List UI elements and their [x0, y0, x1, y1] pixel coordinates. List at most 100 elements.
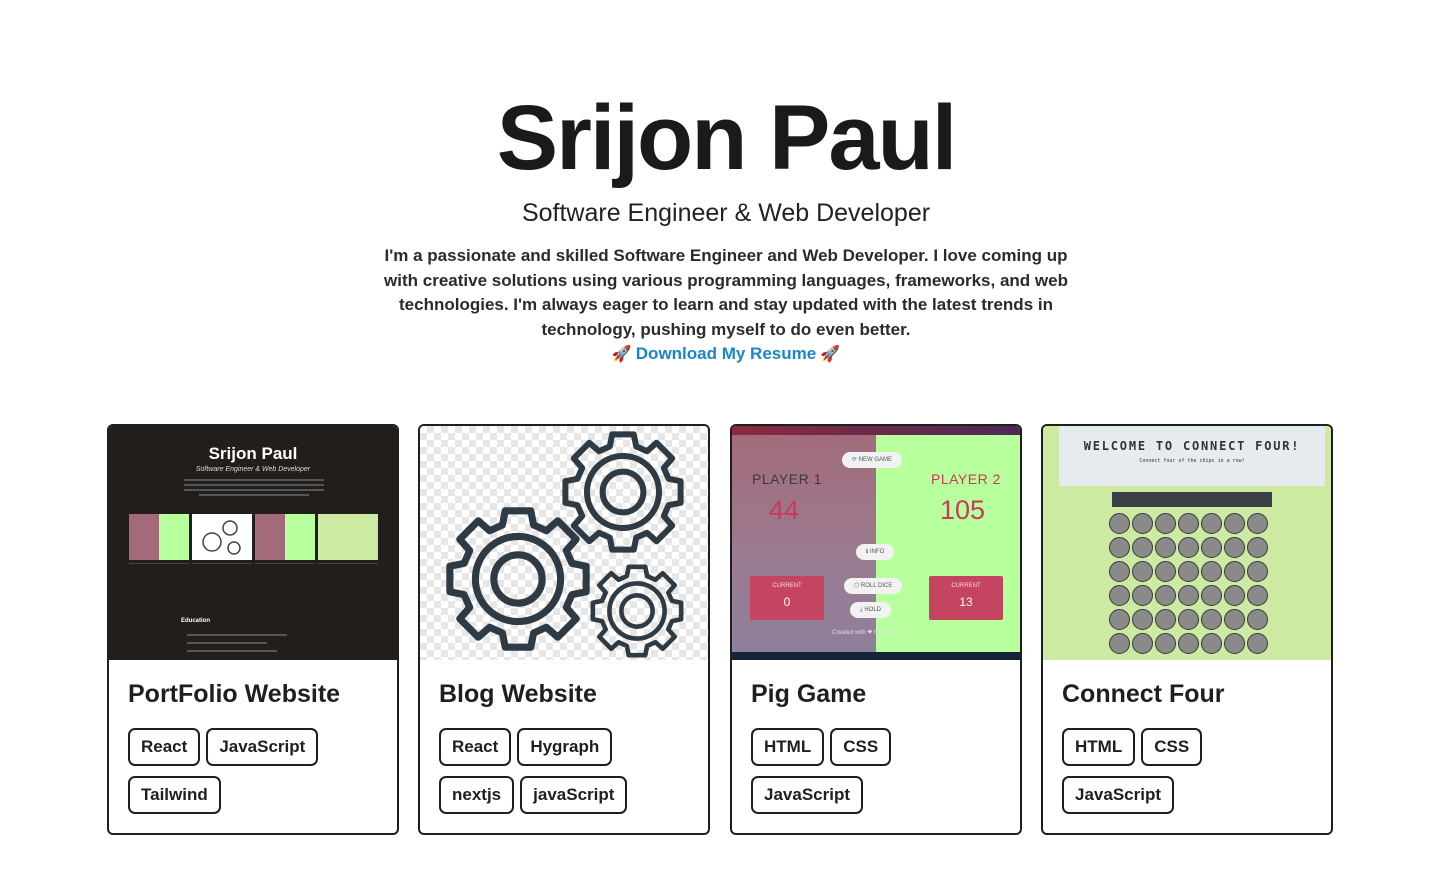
rocket-icon: 🚀 [820, 346, 841, 363]
board-slot [1178, 609, 1199, 630]
board-slot [1201, 537, 1222, 558]
thumb-status-bar [1112, 492, 1272, 507]
page-title: Srijon Paul [496, 87, 958, 189]
tag: HTML [1062, 728, 1136, 766]
thumb-banner: WELCOME TO CONNECT FOUR! Connect four of… [1059, 426, 1325, 486]
board-slot [1247, 537, 1268, 558]
thumb-text-line [184, 479, 324, 481]
tag-list: HTML CSS JavaScript [1062, 728, 1322, 824]
board-slot [1201, 609, 1222, 630]
board-slot [1109, 513, 1130, 534]
new-game-button: ⟳ NEW GAME [842, 452, 903, 468]
roll-dice-button: ⬡ ROLL DICE [844, 578, 903, 594]
tag: CSS [830, 728, 892, 766]
player2-name: PLAYER 2 [931, 471, 1001, 487]
tag-list: React Hygraphnextjs javaScript [439, 728, 699, 824]
tag: React [128, 728, 201, 766]
gears-icon [420, 426, 708, 660]
refresh-icon: ⟳ [852, 457, 858, 463]
project-card-connect-four[interactable]: WELCOME TO CONNECT FOUR! Connect four of… [1041, 424, 1333, 835]
thumb-footer: Created with ❤ by Srijon [832, 630, 898, 636]
thumb-title: WELCOME TO CONNECT FOUR! [1083, 439, 1301, 453]
board-slot [1132, 537, 1153, 558]
board-slot [1132, 513, 1153, 534]
board-slot [1224, 513, 1245, 534]
download-resume-link[interactable]: Download My Resume [636, 344, 816, 363]
current-value: 0 [783, 595, 791, 609]
tag: JavaScript [751, 776, 863, 814]
board-slot [1247, 585, 1268, 606]
player2-score: 105 [940, 495, 986, 525]
download-icon: ⤓ [860, 607, 863, 613]
board-slot [1155, 585, 1176, 606]
player1-name: PLAYER 1 [752, 471, 822, 487]
project-title: PortFolio Website [128, 680, 341, 708]
project-card-blog[interactable]: Blog Website React Hygraphnextjs javaScrip… [418, 424, 710, 835]
project-title: Blog Website [439, 680, 597, 708]
project-thumbnail [420, 426, 708, 660]
board-slot [1109, 561, 1130, 582]
project-title: Pig Game [751, 680, 867, 708]
board-slot [1109, 633, 1130, 654]
info-icon: ℹ [866, 549, 869, 555]
board-slot [1109, 537, 1130, 558]
board-slot [1247, 513, 1268, 534]
thumb-mini-footer [192, 563, 252, 599]
thumb-top-bar [732, 426, 1020, 435]
thumb-mini-footer [129, 563, 189, 599]
tag-list: HTML CSS JavaScript [751, 728, 1011, 824]
tag-list: React JavaScript Tailwind [128, 728, 388, 824]
thumb-name: Srijon Paul [208, 444, 298, 463]
board-slot [1224, 561, 1245, 582]
board-slot [1201, 561, 1222, 582]
current-value: 13 [959, 595, 973, 609]
board-slot [1155, 513, 1176, 534]
bio-text: I'm a passionate and skilled Software En… [384, 246, 1068, 339]
thumb-text-line [184, 484, 324, 486]
board-slot [1178, 561, 1199, 582]
board-slot [1132, 633, 1153, 654]
board-slot [1201, 585, 1222, 606]
game-board [1108, 512, 1280, 656]
board-slot [1224, 609, 1245, 630]
thumb-mini-card [192, 514, 252, 560]
thumb-text-line [187, 650, 277, 652]
thumb-mini-card [255, 514, 315, 560]
board-slot [1132, 609, 1153, 630]
tag: javaScript [520, 776, 628, 814]
project-thumbnail: Srijon Paul Software Engineer & Web Deve… [109, 426, 397, 660]
board-slot [1109, 609, 1130, 630]
player2-current: CURRENT 13 [929, 576, 1003, 620]
board-slot [1155, 633, 1176, 654]
board-slot [1224, 585, 1245, 606]
board-slot [1224, 633, 1245, 654]
project-thumbnail: ⟳ NEW GAME PLAYER 1 PLAYER 2 44 105 ℹ IN… [732, 426, 1020, 660]
rocket-icon: 🚀 [611, 346, 632, 363]
board-slot [1247, 609, 1268, 630]
project-card-portfolio[interactable]: Srijon Paul Software Engineer & Web Deve… [107, 424, 399, 835]
tag: JavaScript [1062, 776, 1174, 814]
tag: HTML [751, 728, 825, 766]
current-label: CURRENT [951, 583, 981, 589]
board-slot [1178, 513, 1199, 534]
dice-icon: ⬡ [854, 583, 860, 589]
thumb-text-line [187, 642, 267, 644]
project-card-pig-game[interactable]: ⟳ NEW GAME PLAYER 1 PLAYER 2 44 105 ℹ IN… [730, 424, 1022, 835]
board-slot [1201, 633, 1222, 654]
thumb-mini-card [129, 514, 189, 560]
board-slot [1155, 561, 1176, 582]
tag: nextjs [439, 776, 515, 814]
board-slot [1155, 609, 1176, 630]
board-slot [1178, 633, 1199, 654]
project-thumbnail: WELCOME TO CONNECT FOUR! Connect four of… [1043, 426, 1331, 660]
info-button: ℹ INFO [856, 544, 895, 560]
project-title: Connect Four [1062, 680, 1225, 708]
thumb-text-line [199, 494, 309, 496]
player1-score: 44 [769, 495, 800, 525]
thumb-subtitle: Software Engineer & Web Developer [195, 466, 311, 473]
current-label: CURRENT [772, 583, 802, 589]
board-slot [1132, 585, 1153, 606]
thumb-subtitle: Connect four of the chips in a row! [1139, 458, 1245, 464]
thumb-text-line [184, 489, 324, 491]
board-slot [1247, 561, 1268, 582]
